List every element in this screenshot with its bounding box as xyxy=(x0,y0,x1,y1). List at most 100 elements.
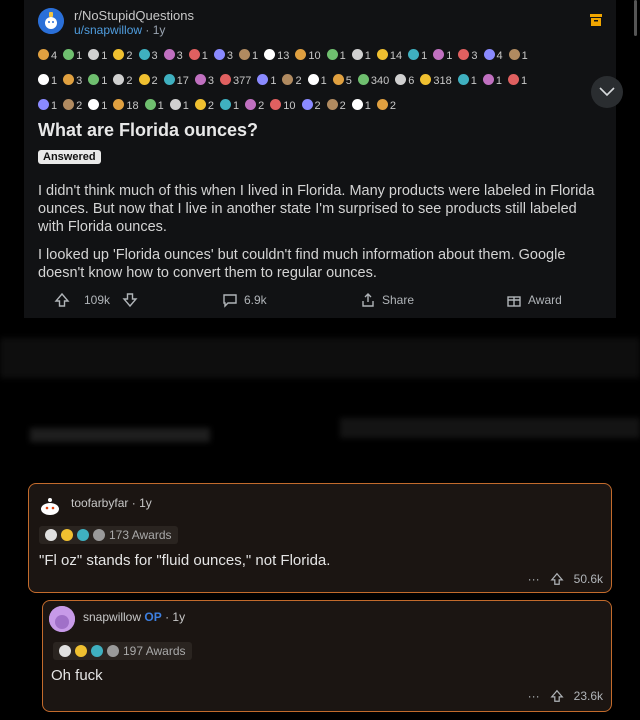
award-icon xyxy=(408,49,420,60)
comment-score: 50.6k xyxy=(573,572,603,586)
award-item[interactable]: 377 xyxy=(220,69,251,94)
award-count: 18 xyxy=(126,100,139,112)
award-item[interactable]: 14 xyxy=(376,44,402,69)
upvote-icon[interactable] xyxy=(550,689,564,703)
downvote-icon[interactable] xyxy=(122,292,138,308)
award-item[interactable]: 1 xyxy=(408,44,427,69)
award-item[interactable]: 1 xyxy=(88,69,107,94)
award-item[interactable]: 1 xyxy=(351,94,371,119)
award-item[interactable]: 318 xyxy=(420,69,452,94)
award-item[interactable]: 2 xyxy=(138,69,158,94)
award-item[interactable]: 3 xyxy=(63,69,82,94)
award-count: 318 xyxy=(433,75,452,87)
award-item[interactable]: 1 xyxy=(169,94,189,119)
award-icon xyxy=(163,49,175,60)
award-item[interactable]: 17 xyxy=(163,69,189,94)
award-item[interactable]: 2 xyxy=(326,94,346,119)
award-item[interactable]: 1 xyxy=(507,69,528,94)
award-item[interactable]: 2 xyxy=(194,94,214,119)
award-item[interactable]: 4 xyxy=(483,44,503,69)
award-item[interactable]: 2 xyxy=(376,94,396,119)
award-item[interactable]: 10 xyxy=(270,94,296,119)
post-title[interactable]: What are Florida ounces? xyxy=(38,120,258,141)
award-count: 173 Awards xyxy=(109,528,172,542)
award-item[interactable]: 18 xyxy=(113,94,139,119)
award-icon xyxy=(45,529,57,541)
avatar[interactable] xyxy=(37,492,63,518)
comments-button[interactable]: 6.9k xyxy=(222,292,267,308)
award-item[interactable]: 1 xyxy=(457,69,477,94)
award-item[interactable]: 3 xyxy=(138,44,158,69)
award-item[interactable]: 340 xyxy=(357,69,389,94)
upvote-icon[interactable] xyxy=(54,292,70,308)
award-count: 1 xyxy=(446,50,453,62)
comment-meta: ··· 23.6k xyxy=(528,689,603,703)
expand-awards-button[interactable] xyxy=(591,76,623,108)
award-item[interactable]: 2 xyxy=(63,94,82,119)
upvote-icon[interactable] xyxy=(550,572,564,586)
award-count: 1 xyxy=(421,50,428,62)
subreddit-name[interactable]: r/NoStupidQuestions xyxy=(74,8,194,23)
more-options-button[interactable]: ··· xyxy=(528,572,540,586)
award-icon xyxy=(332,74,344,85)
comment-author[interactable]: snapwillow xyxy=(83,610,141,624)
award-icon xyxy=(357,74,369,85)
post-body: I didn't think much of this when I lived… xyxy=(38,182,598,292)
award-icon xyxy=(482,74,494,85)
award-item[interactable]: 1 xyxy=(220,94,239,119)
award-item[interactable]: 1 xyxy=(38,69,57,94)
awards-grid[interactable]: 4 1 1 2 3 3 1 3 1 13 10 1 1 14 1 1 3 4 1 1 3 1 2 2 17 3 377 1 2 1 5 340… xyxy=(38,44,598,119)
award-item[interactable]: 2 xyxy=(282,69,302,94)
award-item[interactable]: 3 xyxy=(194,69,214,94)
comment-author[interactable]: toofarbyfar xyxy=(71,496,128,510)
award-item[interactable]: 2 xyxy=(301,94,321,119)
award-item[interactable]: 1 xyxy=(239,44,258,69)
post-flair: Answered xyxy=(38,150,101,164)
award-count: 2 xyxy=(207,100,214,112)
comment-award-bar[interactable]: 173 Awards xyxy=(39,526,178,544)
award-count: 5 xyxy=(345,75,352,87)
award-item[interactable]: 1 xyxy=(482,69,502,94)
award-count: 1 xyxy=(320,75,327,87)
award-item[interactable]: 3 xyxy=(213,44,233,69)
award-item[interactable]: 1 xyxy=(144,94,164,119)
award-item[interactable]: 2 xyxy=(113,44,133,69)
award-item[interactable]: 4 xyxy=(38,44,57,69)
award-item[interactable]: 2 xyxy=(245,94,264,119)
award-item[interactable]: 1 xyxy=(326,44,346,69)
award-item[interactable]: 5 xyxy=(332,69,352,94)
comment-award-bar[interactable]: 197 Awards xyxy=(53,642,192,660)
page-scrollbar[interactable] xyxy=(634,0,637,36)
award-item[interactable]: 1 xyxy=(88,94,107,119)
award-item[interactable]: 3 xyxy=(458,44,478,69)
award-item[interactable]: 1 xyxy=(257,69,276,94)
subreddit-avatar[interactable] xyxy=(38,8,64,34)
award-item[interactable]: 1 xyxy=(88,44,107,69)
award-item[interactable]: 1 xyxy=(433,44,452,69)
award-item[interactable]: 1 xyxy=(351,44,371,69)
award-icon xyxy=(144,99,156,110)
award-icon xyxy=(113,74,125,85)
more-options-button[interactable]: ··· xyxy=(528,689,540,703)
comment-card: toofarbyfar · 1y 173 Awards "Fl oz" stan… xyxy=(28,483,612,593)
comment-author-line: snapwillow OP · 1y xyxy=(83,610,185,624)
award-item[interactable]: 1 xyxy=(188,44,208,69)
award-count: 2 xyxy=(126,75,133,87)
award-item[interactable]: 6 xyxy=(395,69,414,94)
award-item[interactable]: 10 xyxy=(295,44,321,69)
award-button[interactable]: Award xyxy=(506,292,562,308)
award-item[interactable]: 3 xyxy=(163,44,183,69)
award-item[interactable]: 13 xyxy=(264,44,289,69)
award-item[interactable]: 2 xyxy=(113,69,133,94)
avatar[interactable] xyxy=(49,606,75,632)
post-author[interactable]: u/snapwillow xyxy=(74,23,142,37)
save-icon[interactable] xyxy=(590,14,602,26)
award-item[interactable]: 1 xyxy=(307,69,327,94)
award-icon xyxy=(194,74,206,85)
award-item[interactable]: 1 xyxy=(508,44,528,69)
award-item[interactable]: 1 xyxy=(38,94,57,119)
award-item[interactable]: 1 xyxy=(63,44,82,69)
award-count: 3 xyxy=(76,75,83,87)
award-count: 1 xyxy=(520,75,528,87)
share-button[interactable]: Share xyxy=(360,292,414,308)
